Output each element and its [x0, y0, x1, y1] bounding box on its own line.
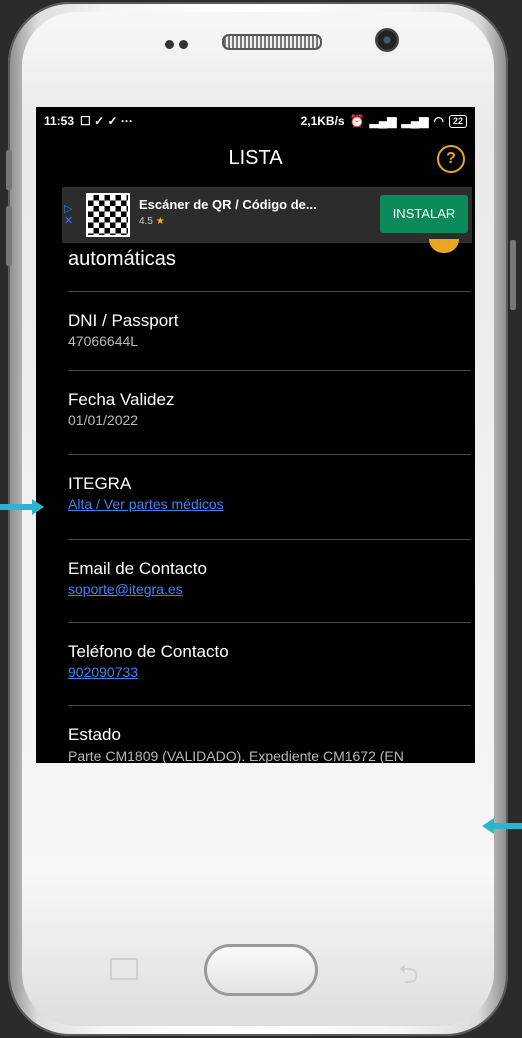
list-item-estado[interactable]: Estado Parte CM1809 (VALIDADO). Expedien…: [68, 706, 471, 763]
ad-choices-icon[interactable]: ▷ ✕: [64, 203, 73, 227]
battery-icon: 22: [448, 114, 467, 128]
install-button[interactable]: INSTALAR: [380, 195, 468, 233]
star-icon: ★: [155, 216, 165, 227]
ad-banner[interactable]: ▷ ✕ Escáner de QR / Código de... 4.5 ★ IN…: [62, 187, 472, 243]
email-link[interactable]: soporte@itegra.es: [68, 581, 471, 597]
list-item-value: Parte CM1809 (VALIDADO). Expediente CM16…: [68, 748, 404, 763]
settings-list: automáticas DNI / Passport 47066644L Fec…: [36, 239, 475, 763]
list-item-title: automáticas: [68, 248, 176, 270]
list-item-title: Teléfono de Contacto: [68, 642, 229, 661]
list-item-title: Fecha Validez: [68, 390, 175, 409]
list-item-title: DNI / Passport: [68, 311, 179, 330]
list-item[interactable]: automáticas: [68, 239, 471, 292]
front-camera: [375, 28, 399, 52]
status-bar: 11:53 ☐ ✓ ✓ ··· 2,1KB/s ⏰ ▂▄▆ ▂▄▆ ◠ 22: [36, 107, 475, 135]
notification-icons: ☐ ✓ ✓ ···: [80, 114, 133, 128]
help-icon[interactable]: ?: [437, 145, 465, 173]
list-item-dni[interactable]: DNI / Passport 47066644L: [68, 292, 471, 371]
signal-icon: ▂▄▆: [401, 114, 429, 128]
volume-button: [6, 206, 12, 266]
partes-medicos-link[interactable]: Alta / Ver partes médicos: [68, 496, 471, 512]
alarm-icon: ⏰: [349, 114, 365, 128]
earpiece-speaker: [222, 34, 322, 50]
ad-rating: 4.5 ★: [139, 216, 165, 227]
app-bar: LISTA ?: [36, 135, 475, 185]
phone-link[interactable]: 902090733: [68, 664, 471, 680]
status-time: 11:53: [44, 114, 75, 128]
list-item-itegra[interactable]: ITEGRA Alta / Ver partes médicos: [68, 455, 471, 540]
signal-icon: ▂▄▆: [369, 114, 397, 128]
ad-app-name: Escáner de QR / Código de...: [139, 197, 317, 212]
list-item-telefono[interactable]: Teléfono de Contacto 902090733: [68, 623, 471, 706]
list-item-title: Email de Contacto: [68, 559, 207, 578]
sensor-dots: [165, 36, 193, 54]
hardware-back-icon: ⮌: [398, 959, 419, 989]
volume-button: [6, 150, 12, 190]
arrow-left-icon: [482, 818, 522, 834]
wifi-icon: ◠: [433, 114, 444, 128]
page-title: LISTA: [228, 147, 283, 169]
list-item-fecha-validez[interactable]: Fecha Validez 01/01/2022: [68, 371, 471, 455]
qr-app-icon: [86, 193, 130, 237]
phone-screen: 11:53 ☐ ✓ ✓ ··· 2,1KB/s ⏰ ▂▄▆ ▂▄▆ ◠ 22 L…: [36, 107, 475, 763]
hardware-home-button[interactable]: [204, 944, 318, 996]
toggle-switch[interactable]: [429, 239, 459, 253]
list-item-email[interactable]: Email de Contacto soporte@itegra.es: [68, 540, 471, 623]
list-item-value: 47066644L: [68, 333, 139, 349]
hardware-recents-icon: [110, 958, 138, 980]
list-item-title: Estado: [68, 725, 121, 744]
network-speed: 2,1KB/s: [300, 114, 345, 128]
arrow-right-icon: [0, 499, 44, 515]
list-item-value: 01/01/2022: [68, 412, 139, 428]
power-button: [510, 240, 516, 310]
ad-rating-value: 4.5: [139, 216, 153, 227]
list-item-title: ITEGRA: [68, 474, 132, 493]
